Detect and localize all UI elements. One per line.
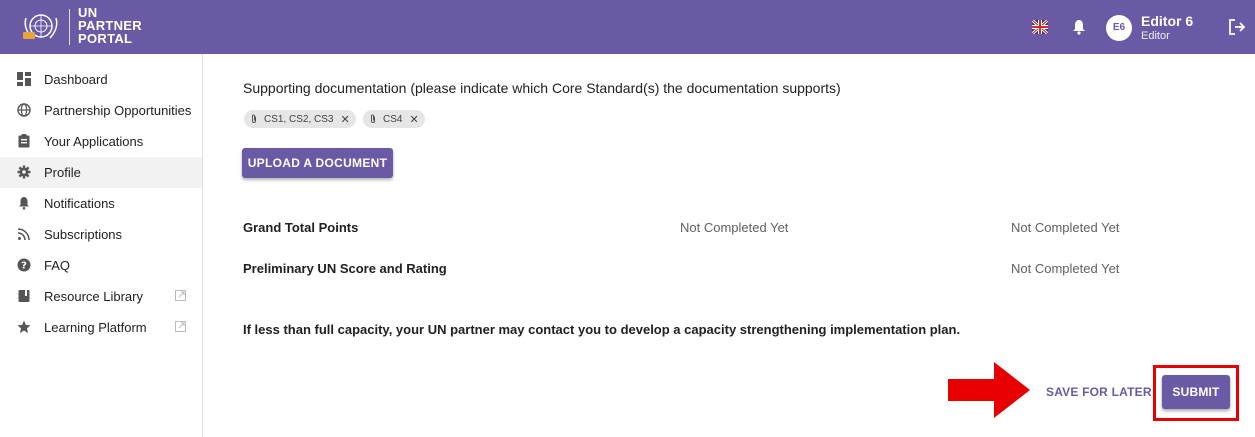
avatar[interactable]: E6 [1106, 15, 1132, 41]
sidebar-item-notifications[interactable]: Notifications [0, 188, 202, 219]
document-chip[interactable]: CS1, CS2, CS3 ✕ [244, 110, 356, 128]
grand-total-label: Grand Total Points [243, 220, 359, 235]
sidebar-item-label: Your Applications [44, 134, 144, 149]
dashboard-icon [17, 72, 31, 86]
un-emblem-icon[interactable] [20, 12, 62, 42]
sidebar-item-label: FAQ [44, 258, 71, 273]
grand-total-value: Not Completed Yet [680, 220, 789, 235]
star-icon [17, 320, 31, 333]
top-app-bar: UN PARTNER PORTAL E6 Editor 6 Editor [0, 0, 1255, 54]
chip-label: CS4 [383, 113, 403, 125]
preliminary-score-label: Preliminary UN Score and Rating [243, 261, 447, 276]
preliminary-score-value: Not Completed Yet [1011, 261, 1120, 276]
logo-line-portal: PORTAL [78, 31, 133, 46]
rss-icon [17, 228, 30, 241]
red-arrow-annotation [948, 362, 1030, 418]
external-link-icon [175, 290, 186, 301]
main-content [204, 54, 1255, 437]
paperclip-icon [252, 114, 256, 123]
bell-icon [19, 197, 29, 210]
sidebar-item-faq[interactable]: ? FAQ [0, 250, 202, 281]
globe-icon [17, 103, 31, 117]
sidebar-item-your-applications[interactable]: Your Applications [0, 126, 202, 157]
sidebar-item-resource-library[interactable]: Resource Library [0, 281, 202, 312]
sidebar-nav: Dashboard Partnership Opportunities Your… [0, 54, 203, 437]
sidebar-item-label: Dashboard [44, 72, 108, 87]
clipboard-icon [18, 134, 30, 148]
paperclip-icon [371, 114, 375, 123]
sidebar-item-profile[interactable]: Profile [0, 157, 202, 188]
logout-icon[interactable] [1228, 18, 1246, 36]
uk-flag-icon[interactable] [1032, 20, 1048, 34]
sidebar-item-label: Partnership Opportunities [44, 103, 192, 118]
bell-icon[interactable] [1071, 19, 1087, 35]
document-chip[interactable]: CS4 ✕ [363, 110, 425, 128]
gear-icon [17, 165, 31, 179]
submit-button[interactable]: SUBMIT [1162, 375, 1230, 409]
save-for-later-button[interactable]: SAVE FOR LATER [1046, 385, 1152, 399]
external-link-icon [175, 321, 186, 332]
user-role: Editor [1141, 30, 1170, 42]
sidebar-item-learning-platform[interactable]: Learning Platform [0, 312, 202, 343]
sidebar-item-partnership-opportunities[interactable]: Partnership Opportunities [0, 95, 202, 126]
sidebar-item-subscriptions[interactable]: Subscriptions [0, 219, 202, 250]
svg-text:?: ? [21, 261, 27, 272]
portal-logo-text[interactable]: UN PARTNER PORTAL [78, 6, 142, 45]
grand-total-rating: Not Completed Yet [1011, 220, 1120, 235]
supporting-documentation-label: Supporting documentation (please indicat… [243, 80, 841, 96]
remove-chip-icon[interactable]: ✕ [409, 113, 418, 126]
sidebar-item-dashboard[interactable]: Dashboard [0, 64, 202, 95]
sidebar-item-label: Notifications [44, 196, 115, 211]
sidebar-item-label: Learning Platform [44, 320, 147, 335]
upload-document-button[interactable]: UPLOAD A DOCUMENT [242, 148, 393, 178]
sidebar-item-label: Profile [44, 165, 81, 180]
user-name[interactable]: Editor 6 [1141, 13, 1193, 29]
remove-chip-icon[interactable]: ✕ [340, 113, 349, 126]
capacity-note: If less than full capacity, your UN part… [243, 322, 961, 337]
book-icon [18, 290, 30, 302]
logo-divider [69, 9, 70, 45]
sidebar-item-label: Subscriptions [44, 227, 123, 242]
sidebar-item-label: Resource Library [44, 289, 143, 304]
chip-label: CS1, CS2, CS3 [264, 113, 334, 125]
help-icon: ? [17, 258, 31, 272]
